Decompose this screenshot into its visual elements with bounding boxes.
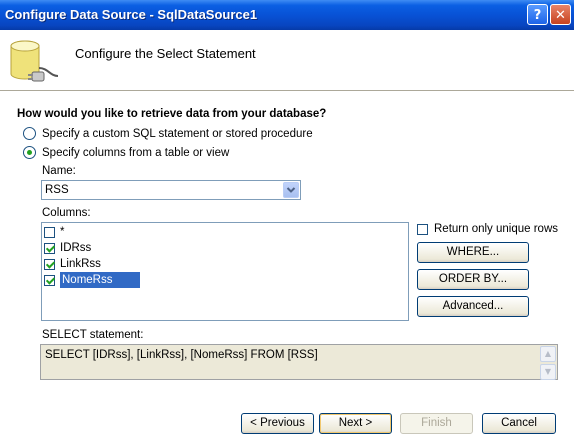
order-by-button[interactable]: ORDER BY... xyxy=(417,269,529,290)
table-name-dropdown[interactable]: RSS xyxy=(41,180,301,200)
column-checkbox-nomerss[interactable] xyxy=(44,274,55,286)
scroll-up-icon[interactable]: ▲ xyxy=(540,346,556,362)
column-label-star: * xyxy=(60,226,65,238)
radio-custom-sql[interactable]: Specify a custom SQL statement or stored… xyxy=(23,127,313,140)
list-item[interactable]: IDRss xyxy=(44,240,91,256)
column-label-nomerss: NomeRss xyxy=(60,272,141,288)
radio-table-columns[interactable]: Specify columns from a table or view xyxy=(23,146,229,159)
column-checkbox-star[interactable] xyxy=(44,226,55,238)
title-bar[interactable]: Configure Data Source - SqlDataSource1 ?… xyxy=(0,0,574,30)
retrieval-question: How would you like to retrieve data from… xyxy=(17,108,327,120)
select-statement-box[interactable]: SELECT [IDRss], [LinkRss], [NomeRss] FRO… xyxy=(40,344,558,380)
wizard-header: Configure the Select Statement xyxy=(0,30,574,91)
unique-rows-label: Return only unique rows xyxy=(434,223,559,235)
select-statement-text: SELECT [IDRss], [LinkRss], [NomeRss] FRO… xyxy=(45,349,318,361)
sql-scrollbar[interactable]: ▲ ▼ xyxy=(540,346,556,380)
column-label-idrss: IDRss xyxy=(60,242,92,254)
wizard-content: How would you like to retrieve data from… xyxy=(0,91,574,442)
table-name-value: RSS xyxy=(45,184,69,196)
list-item[interactable]: * xyxy=(44,224,64,240)
radio-custom-sql-button[interactable] xyxy=(23,127,36,140)
unique-rows-checkbox[interactable] xyxy=(417,223,428,235)
window-title: Configure Data Source - SqlDataSource1 xyxy=(5,7,258,22)
list-item[interactable]: LinkRss xyxy=(44,256,101,272)
radio-table-columns-button[interactable] xyxy=(23,146,36,159)
name-label: Name: xyxy=(42,165,76,177)
next-button[interactable]: Next > xyxy=(319,413,392,434)
columns-label: Columns: xyxy=(42,207,91,219)
columns-list[interactable]: * IDRss LinkRss NomeRss xyxy=(41,222,409,321)
close-button[interactable]: ✕ xyxy=(550,4,571,25)
list-item[interactable]: NomeRss xyxy=(44,272,141,288)
finish-button[interactable]: Finish xyxy=(400,413,473,434)
previous-button[interactable]: < Previous xyxy=(241,413,314,434)
chevron-down-icon[interactable] xyxy=(283,182,299,198)
radio-table-columns-label: Specify columns from a table or view xyxy=(42,146,230,159)
page-title: Configure the Select Statement xyxy=(75,46,256,61)
configure-data-source-dialog: Configure Data Source - SqlDataSource1 ?… xyxy=(0,0,574,442)
select-statement-label: SELECT statement: xyxy=(42,329,144,341)
column-label-linkrss: LinkRss xyxy=(60,258,101,270)
radio-custom-sql-label: Specify a custom SQL statement or stored… xyxy=(42,127,313,140)
advanced-button[interactable]: Advanced... xyxy=(417,296,529,317)
help-button[interactable]: ? xyxy=(527,4,548,25)
column-checkbox-idrss[interactable] xyxy=(44,242,55,254)
column-checkbox-linkrss[interactable] xyxy=(44,258,55,270)
scroll-down-icon[interactable]: ▼ xyxy=(540,364,556,380)
where-button[interactable]: WHERE... xyxy=(417,242,529,263)
unique-rows-option[interactable]: Return only unique rows xyxy=(417,223,558,235)
cancel-button[interactable]: Cancel xyxy=(482,413,556,434)
database-plug-icon xyxy=(10,40,59,82)
